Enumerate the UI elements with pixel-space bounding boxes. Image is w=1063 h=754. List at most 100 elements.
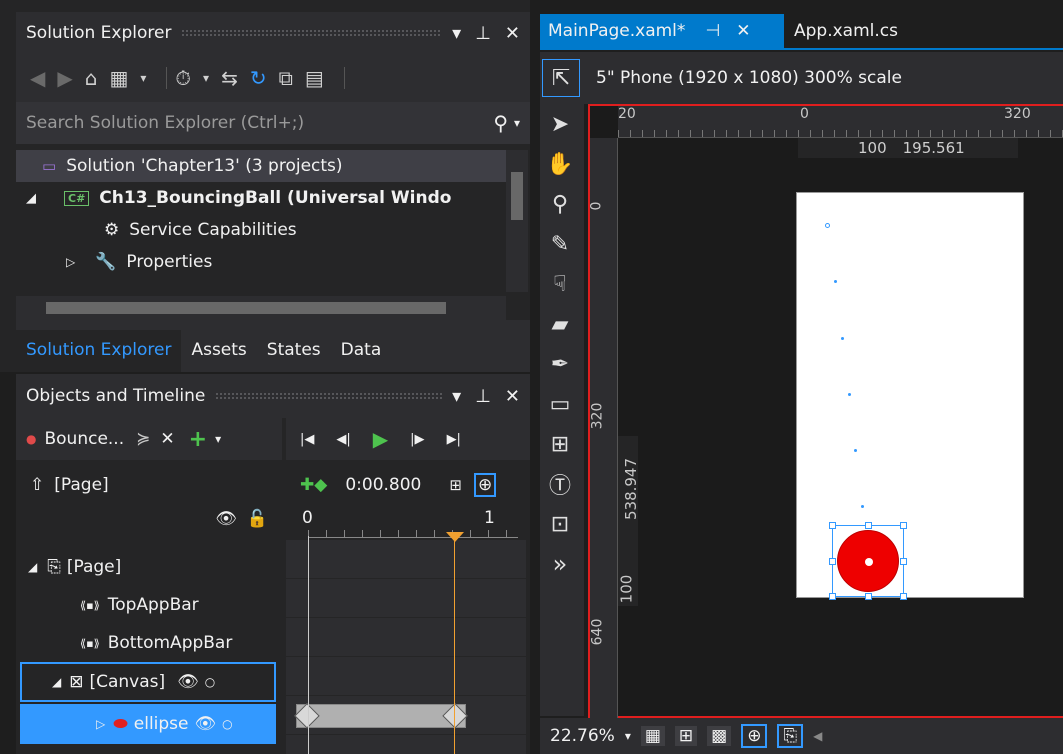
pan-icon[interactable]: ✋ — [540, 144, 580, 184]
direct-selection-icon[interactable]: ➤ — [540, 104, 580, 144]
resize-handle[interactable] — [865, 593, 872, 600]
record-keyframe-icon[interactable]: ✚◆ — [300, 475, 327, 495]
asset-icon[interactable]: ⊡ — [540, 504, 580, 544]
pin-icon[interactable]: ⊣ — [705, 21, 720, 41]
lock-icon[interactable]: 🔓 — [247, 509, 268, 529]
resize-handle[interactable] — [829, 558, 836, 565]
eye-icon[interactable]: 👁 — [177, 672, 199, 692]
tree-item-topappbar[interactable]: ⟪▪⟫ TopAppBar — [16, 586, 282, 624]
scope-up-icon[interactable]: ⇧ — [30, 475, 44, 495]
artboard-viewport[interactable]: 20 0 320 0 320 640 100 195.561 538.947 1… — [588, 104, 1063, 718]
ball-selection-box[interactable] — [829, 522, 907, 600]
next-frame-icon[interactable]: |▶ — [410, 432, 424, 447]
pin-icon[interactable]: ⊥ — [475, 23, 491, 44]
snap-to-snaplines-icon[interactable]: ⊕ — [741, 724, 768, 748]
eyedropper-icon[interactable]: ✎ — [540, 224, 580, 264]
selection-tool-icon[interactable]: ⇱ — [542, 59, 580, 97]
rectangle-icon[interactable]: ▭ — [540, 384, 580, 424]
pin-icon[interactable]: ⊥ — [475, 386, 491, 407]
tree-horizontal-scrollbar[interactable] — [16, 296, 506, 320]
storyboard-name[interactable]: Bounce... — [44, 429, 124, 449]
lock-toggle-icon[interactable]: ○ — [205, 675, 215, 689]
resize-handle[interactable] — [900, 593, 907, 600]
tree-item-service-capabilities[interactable]: ⚙ Service Capabilities — [16, 214, 506, 246]
scrollbar-thumb[interactable] — [511, 172, 523, 220]
zoom-level[interactable]: 22.76% — [550, 726, 615, 746]
dropdown-arrow-icon[interactable]: ▾ — [452, 386, 461, 407]
snap-to-grid-icon[interactable]: ⊞ — [674, 726, 698, 746]
tree-vertical-scrollbar[interactable] — [506, 150, 528, 292]
tab-states[interactable]: States — [257, 340, 331, 372]
grid-layout-icon[interactable]: ⊞ — [540, 424, 580, 464]
tab-app-xaml-cs[interactable]: App.xaml.cs — [786, 14, 906, 48]
search-icon[interactable]: ⚲ — [493, 111, 508, 135]
pen-icon[interactable]: ✒ — [540, 344, 580, 384]
drag-grip[interactable] — [215, 392, 443, 400]
textblock-icon[interactable]: Ⓣ — [540, 464, 580, 504]
tree-item-bottomappbar[interactable]: ⟪▪⟫ BottomAppBar — [16, 624, 282, 662]
objects-timeline-title-bar[interactable]: Objects and Timeline ▾ ⊥ ✕ — [16, 374, 530, 418]
pending-changes-dropdown-icon[interactable]: ▾ — [203, 71, 209, 85]
resize-handle[interactable] — [900, 522, 907, 529]
snapping-icon[interactable]: ⊞ — [449, 476, 462, 494]
switch-views-icon[interactable]: ▦ — [109, 66, 128, 90]
storyboard-options-icon[interactable]: ▾ — [215, 432, 221, 446]
playhead-line[interactable] — [454, 536, 455, 754]
collapse-all-icon[interactable]: ⧉ — [279, 66, 293, 90]
sync-icon[interactable]: ⇆ — [221, 66, 238, 90]
expand-arrow-icon[interactable]: ◢ — [26, 191, 36, 206]
close-tab-icon[interactable]: ✕ — [736, 21, 750, 41]
resize-handle[interactable] — [829, 522, 836, 529]
scroll-left-icon[interactable]: ◀ — [813, 729, 822, 743]
collapsed-arrow-icon[interactable]: ▷ — [66, 255, 75, 269]
device-selector[interactable]: 5" Phone (1920 x 1080) 300% scale — [596, 68, 902, 88]
project-code-icon[interactable]: ⎘ — [777, 724, 804, 748]
tab-mainpage-xaml[interactable]: MainPage.xaml* ⊣ ✕ — [540, 14, 784, 48]
switch-views-dropdown-icon[interactable]: ▾ — [140, 71, 146, 85]
dropdown-arrow-icon[interactable]: ▾ — [452, 23, 461, 44]
resize-handle[interactable] — [865, 522, 872, 529]
timeline-ruler[interactable]: 0 1 — [286, 504, 530, 540]
hscroll-thumb[interactable] — [46, 302, 446, 314]
close-icon[interactable]: ✕ — [505, 386, 520, 407]
go-to-last-frame-icon[interactable]: ▶| — [447, 432, 461, 447]
paint-bucket-icon[interactable]: ☟ — [540, 264, 580, 304]
zoom-icon[interactable]: ⚲ — [540, 184, 580, 224]
tab-assets[interactable]: Assets — [181, 340, 256, 372]
tree-item-project[interactable]: ◢ C# Ch13_BouncingBall (Universal Windo — [16, 182, 506, 214]
back-icon[interactable]: ◀ — [30, 66, 45, 90]
time-display[interactable]: 0:00.800 — [345, 475, 421, 495]
forward-icon[interactable]: ▶ — [57, 66, 72, 90]
keyframe-snap-icon[interactable]: ⊕ — [473, 473, 497, 497]
pending-changes-icon[interactable]: ⏱ — [175, 66, 191, 90]
expand-arrow-icon[interactable]: ◢ — [52, 675, 61, 689]
ball-center-point[interactable] — [865, 558, 873, 566]
tab-solution-explorer[interactable]: Solution Explorer — [16, 330, 182, 372]
solution-search-input[interactable]: Search Solution Explorer (Ctrl+;) ⚲ ▾ — [16, 102, 530, 144]
more-tools-icon[interactable]: » — [540, 544, 580, 584]
collapsed-arrow-icon[interactable]: ▷ — [96, 717, 105, 731]
search-options-icon[interactable]: ▾ — [514, 116, 520, 130]
resize-handle[interactable] — [829, 593, 836, 600]
resize-handle[interactable] — [900, 558, 907, 565]
play-icon[interactable]: ▶ — [373, 427, 388, 451]
new-storyboard-icon[interactable]: + — [189, 427, 207, 452]
lock-toggle-icon[interactable]: ○ — [222, 717, 232, 731]
zoom-dropdown-icon[interactable]: ▾ — [625, 729, 631, 743]
home-icon[interactable]: ⌂ — [85, 66, 98, 90]
eye-icon[interactable]: 👁 — [195, 714, 217, 734]
show-all-files-icon[interactable]: ▤ — [305, 66, 324, 90]
phone-artboard[interactable] — [796, 192, 1024, 600]
refresh-icon[interactable]: ↻ — [250, 66, 267, 90]
checkerboard-icon[interactable]: ▩ — [707, 726, 732, 746]
tree-item-canvas[interactable]: ◢ ⊠ [Canvas] 👁 ○ — [20, 662, 276, 702]
tree-item-page[interactable]: ◢ ⎘ [Page] — [16, 548, 282, 586]
show-grid-icon[interactable]: ▦ — [640, 726, 665, 746]
keyframe-bar[interactable] — [296, 704, 466, 728]
tree-item-solution[interactable]: ▭ Solution 'Chapter13' (3 projects) — [16, 150, 506, 182]
storyboard-dropdown-icon[interactable]: ≽ — [136, 429, 150, 449]
expand-arrow-icon[interactable]: ◢ — [28, 560, 37, 574]
solution-explorer-title-bar[interactable]: Solution Explorer ▾ ⊥ ✕ — [16, 12, 530, 54]
tree-item-ellipse[interactable]: ▷ ⬬ ellipse 👁 ○ — [20, 704, 276, 744]
go-to-first-frame-icon[interactable]: |◀ — [300, 432, 314, 447]
